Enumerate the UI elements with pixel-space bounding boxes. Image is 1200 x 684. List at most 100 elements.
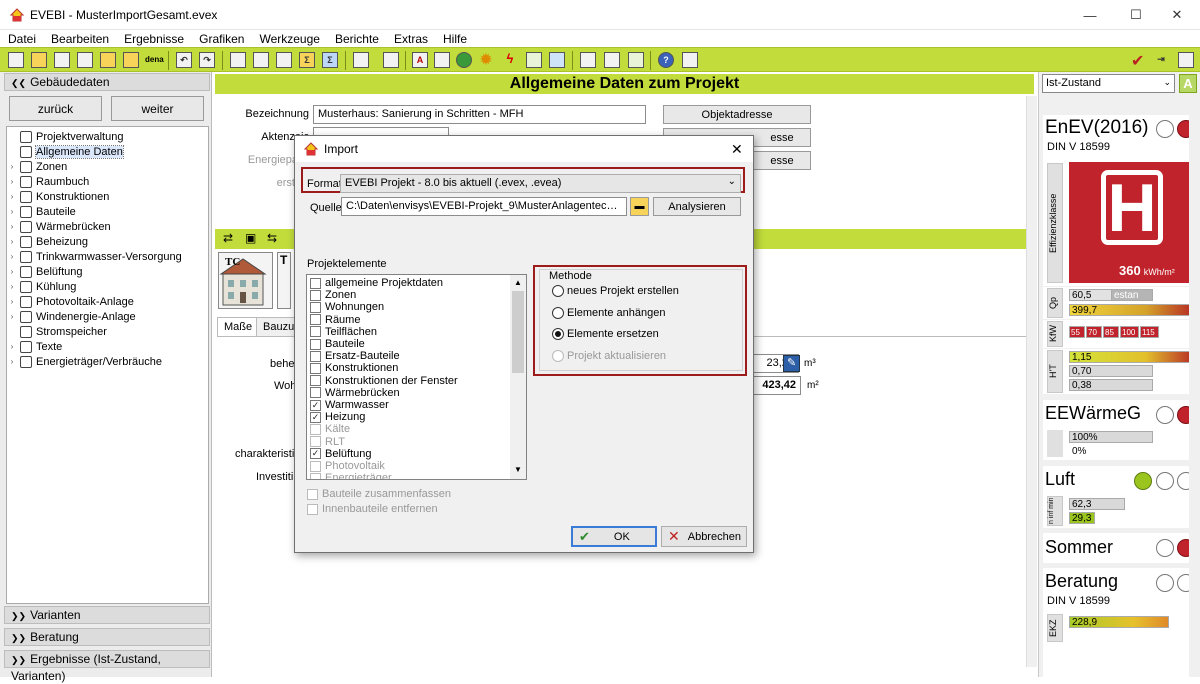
expand-arrow-icon[interactable]: › [7,192,17,201]
chart-icon[interactable] [1178,52,1194,68]
expand-arrow-icon[interactable]: › [7,312,17,321]
hierarchy-icon[interactable] [383,52,399,68]
a-report-icon[interactable]: A [412,52,428,68]
menu-grafiken[interactable]: Grafiken [195,32,244,46]
empty-box-icon[interactable] [310,375,321,387]
house-chart-icon[interactable] [628,52,644,68]
element-checkbox[interactable]: Zonen [310,289,356,301]
report-icon[interactable] [253,52,269,68]
empty-box-icon[interactable] [310,301,321,313]
menu-werkzeuge[interactable]: Werkzeuge [255,32,319,46]
tree-item[interactable]: › Wärmebrücken [7,219,111,234]
empty-box-icon[interactable] [310,289,321,301]
element-checkbox[interactable]: Wohnungen [310,301,384,313]
building-thumbnail[interactable]: TC [218,252,273,309]
scroll-down-icon[interactable]: ▼ [514,465,522,474]
tree-item[interactable]: › Windenergie-Anlage [7,309,136,324]
tree-item[interactable]: Projektverwaltung [7,129,123,144]
tree-item[interactable]: › Kühlung [7,279,76,294]
element-checkbox[interactable]: allgemeine Projektdaten [310,277,443,289]
checked-box-icon[interactable]: ✓ [310,448,321,460]
empty-box-icon[interactable] [310,350,321,362]
globe-icon[interactable] [456,52,472,68]
sum-icon[interactable]: Σ [299,52,315,68]
element-checkbox[interactable]: ✓ Heizung [310,411,365,423]
tree-item[interactable]: › Beheizung [7,234,88,249]
empty-box-icon[interactable] [310,314,321,326]
element-checkbox[interactable]: ✓ Belüftung [310,448,371,460]
minimize-button[interactable]: — [1067,0,1113,30]
format-select[interactable]: EVEBI Projekt - 8.0 bis aktuell (.evex, … [340,174,741,193]
redo-icon[interactable]: ↷ [199,52,215,68]
empty-box-icon[interactable] [310,338,321,350]
edit-pencil-icon[interactable]: ✎ [783,355,800,372]
arrows-icon[interactable]: ⇄ [223,231,233,245]
right-scrollbar[interactable] [1189,94,1200,677]
radio-empty-icon[interactable] [552,285,564,297]
dialog-close-button[interactable]: ✕ [731,141,743,158]
tree-item[interactable]: › Raumbuch [7,174,89,189]
help-icon[interactable]: ? [658,52,674,68]
element-checkbox[interactable]: RLT [310,436,345,448]
bauteile-zusammenfassen-checkbox[interactable]: Bauteile zusammenfassen [307,488,451,500]
tree-icon[interactable] [276,52,292,68]
ok-button[interactable]: ✔ OK [571,526,657,547]
back-button[interactable]: zurück [9,96,102,121]
element-checkbox[interactable]: Räume [310,314,360,326]
cancel-button[interactable]: ✕ Abbrechen [661,526,747,547]
menu-bearbeiten[interactable]: Bearbeiten [47,32,109,46]
tree-item[interactable]: Stromspeicher [7,324,107,339]
swap-icon[interactable]: ⇆ [267,231,277,245]
open-folder-icon[interactable] [31,52,47,68]
beratung-section[interactable]: ❯❯ Beratung [4,628,210,646]
empty-box-icon[interactable] [310,362,321,374]
clipboard-icon[interactable]: ▣ [245,231,256,245]
element-checkbox[interactable]: Konstruktionen [310,362,398,374]
close-button[interactable]: ✕ [1154,0,1200,30]
tree-item[interactable]: › Photovoltaik-Anlage [7,294,134,309]
dena-label[interactable]: dena [145,55,164,64]
thumbnail-2[interactable]: T [277,252,291,309]
tree-item[interactable]: › Trinkwarmwasser-Versorgung [7,249,182,264]
tree-item[interactable]: › Zonen [7,159,67,174]
empty-box-icon[interactable] [310,472,321,479]
document-icon[interactable] [230,52,246,68]
tree-item[interactable]: › Belüftung [7,264,82,279]
menu-hilfe[interactable]: Hilfe [439,32,467,46]
undo-icon[interactable]: ↶ [176,52,192,68]
radio-empty-icon[interactable] [552,349,564,362]
element-checkbox[interactable]: Photovoltaik [310,460,385,472]
tree-item[interactable]: › Konstruktionen [7,189,109,204]
gebaeudedaten-header[interactable]: ❮❮ Gebäudedaten [4,73,210,91]
checkmark-icon[interactable]: ✔ [1131,51,1144,71]
expand-arrow-icon[interactable]: › [7,297,17,306]
calculator-icon[interactable] [580,52,596,68]
quelle-field[interactable]: C:\Daten\envisys\EVEBI-Projekt_9\MusterA… [341,197,627,216]
method-radio[interactable]: neues Projekt erstellen [552,285,679,297]
page-icon[interactable] [434,52,450,68]
tab-masse[interactable]: Maße [217,317,260,336]
expand-arrow-icon[interactable]: › [7,267,17,276]
element-checkbox[interactable]: Wärmebrücken [310,387,400,399]
tree-item[interactable]: › Energieträger/Verbräuche [7,354,162,369]
expand-arrow-icon[interactable]: › [7,177,17,186]
state-select[interactable]: Ist-Zustand ⌄ [1042,74,1175,93]
varianten-section[interactable]: ❯❯ Varianten [4,606,210,624]
a-badge[interactable]: A [1179,74,1197,93]
element-checkbox[interactable]: Kälte [310,423,350,435]
info-doc-icon[interactable] [682,52,698,68]
save-icon[interactable] [54,52,70,68]
scroll-up-icon[interactable]: ▲ [514,278,522,287]
expand-arrow-icon[interactable]: › [7,162,17,171]
objektadresse-button[interactable]: Objektadresse [663,105,811,124]
tab-bauzustand[interactable]: Bauzus [256,317,296,336]
expand-arrow-icon[interactable]: › [7,237,17,246]
analyze-button[interactable]: Analysieren [653,197,741,216]
menu-berichte[interactable]: Berichte [331,32,379,46]
innenbauteile-entfernen-checkbox[interactable]: Innenbauteile entfernen [307,503,438,515]
menu-datei[interactable]: Datei [4,32,36,46]
element-checkbox[interactable]: ✓ Warmwasser [310,399,389,411]
expand-arrow-icon[interactable]: › [7,222,17,231]
next-button[interactable]: weiter [111,96,204,121]
list-icon[interactable] [353,52,369,68]
